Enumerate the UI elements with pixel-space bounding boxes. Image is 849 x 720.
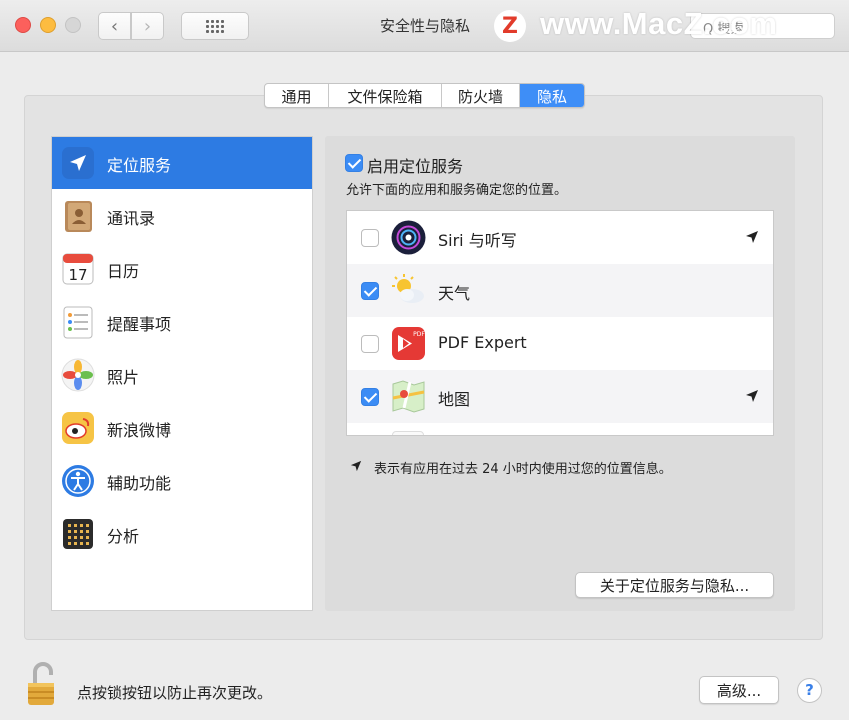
svg-text:17: 17 <box>68 266 87 284</box>
list-item: PDF PDF Expert <box>347 317 773 370</box>
sidebar-item-label: 辅助功能 <box>107 474 172 493</box>
location-description: 允许下面的应用和服务确定您的位置。 <box>346 183 568 198</box>
analytics-icon <box>63 519 93 549</box>
zoom-window-button[interactable] <box>65 17 81 33</box>
tab-privacy[interactable]: 隐私 <box>520 84 584 107</box>
minimize-window-button[interactable] <box>40 17 56 33</box>
accessibility-icon <box>62 465 94 497</box>
chevron-left-icon: ‹ <box>110 15 119 37</box>
watermark-logo: Z <box>494 10 526 42</box>
calendar-icon: 17 <box>62 253 94 285</box>
grid-icon <box>206 19 224 33</box>
sidebar-item-accessibility[interactable]: 辅助功能 <box>52 455 312 507</box>
watermark-text: www.MacZ.com <box>540 6 778 41</box>
sidebar-item-contacts[interactable]: 通讯录 <box>52 190 312 242</box>
sidebar-item-label: 分析 <box>107 527 140 546</box>
list-item: Siri 与听写 <box>347 211 773 264</box>
sidebar-item-photos[interactable]: 照片 <box>52 349 312 401</box>
app-checkbox-weather[interactable] <box>361 282 379 300</box>
sidebar-item-label: 提醒事项 <box>107 315 172 334</box>
close-window-button[interactable] <box>15 17 31 33</box>
list-item <box>347 423 773 435</box>
app-checkbox-maps[interactable] <box>361 388 379 406</box>
location-used-arrow-icon <box>350 460 362 472</box>
app-name: 地图 <box>438 390 471 409</box>
weibo-icon <box>62 412 94 444</box>
title-bar: ‹ › 安全性与隐私 Q 搜索 Z www.MacZ.com <box>0 0 849 52</box>
partial-app-icon <box>392 431 424 435</box>
tab-filevault[interactable]: 文件保险箱 <box>329 84 442 107</box>
sidebar-item-reminders[interactable]: 提醒事项 <box>52 296 312 348</box>
app-name: 天气 <box>438 284 471 303</box>
advanced-button[interactable]: 高级... <box>699 676 779 704</box>
sidebar-item-label: 定位服务 <box>107 156 172 175</box>
enable-location-checkbox[interactable] <box>345 154 363 172</box>
siri-icon <box>391 220 426 255</box>
help-button[interactable]: ? <box>797 678 822 703</box>
pdf-expert-icon: PDF <box>392 327 425 360</box>
chevron-right-icon: › <box>143 15 152 37</box>
sidebar-item-label: 通讯录 <box>107 209 156 228</box>
list-item: 天气 <box>347 264 773 317</box>
forward-button[interactable]: › <box>131 12 164 40</box>
contacts-book-icon <box>65 201 92 232</box>
maps-icon <box>392 380 425 413</box>
app-name: Siri 与听写 <box>438 231 517 250</box>
reminders-icon <box>63 306 93 339</box>
sidebar-item-location[interactable]: 定位服务 <box>52 137 312 189</box>
location-used-arrow-icon <box>746 390 758 402</box>
weather-icon <box>392 274 424 303</box>
tab-firewall[interactable]: 防火墙 <box>442 84 520 107</box>
privacy-sidebar: 定位服务 通讯录 17 日历 提醒事项 照片 新浪微博 辅助功能 分析 <box>51 136 313 611</box>
sidebar-item-analytics[interactable]: 分析 <box>52 508 312 560</box>
location-used-arrow-icon <box>746 231 758 243</box>
sidebar-item-label: 新浪微博 <box>107 421 172 440</box>
location-note: 表示有应用在过去 24 小时内使用过您的位置信息。 <box>374 462 672 477</box>
sidebar-item-label: 照片 <box>107 368 140 387</box>
photos-icon <box>61 358 95 392</box>
app-checkbox-siri[interactable] <box>361 229 379 247</box>
location-arrow-icon <box>62 147 94 179</box>
svg-text:PDF: PDF <box>413 331 425 338</box>
tab-bar: 通用 文件保险箱 防火墙 隐私 <box>264 83 585 108</box>
lock-instruction: 点按锁按钮以防止再次更改。 <box>77 684 273 702</box>
window-title: 安全性与隐私 <box>379 17 470 35</box>
tab-general[interactable]: 通用 <box>265 84 329 107</box>
lock-icon[interactable] <box>25 661 61 707</box>
app-location-list[interactable]: Siri 与听写 天气 PDF PDF Expert 地图 <box>346 210 774 436</box>
app-name: PDF Expert <box>438 333 527 352</box>
sidebar-item-label: 日历 <box>107 262 140 281</box>
list-item: 地图 <box>347 370 773 423</box>
about-location-privacy-button[interactable]: 关于定位服务与隐私... <box>575 572 774 598</box>
enable-location-label: 启用定位服务 <box>367 157 464 176</box>
back-button[interactable]: ‹ <box>98 12 131 40</box>
show-all-button[interactable] <box>181 12 249 40</box>
app-checkbox-pdf-expert[interactable] <box>361 335 379 353</box>
sidebar-item-weibo[interactable]: 新浪微博 <box>52 402 312 454</box>
sidebar-item-calendar[interactable]: 17 日历 <box>52 243 312 295</box>
